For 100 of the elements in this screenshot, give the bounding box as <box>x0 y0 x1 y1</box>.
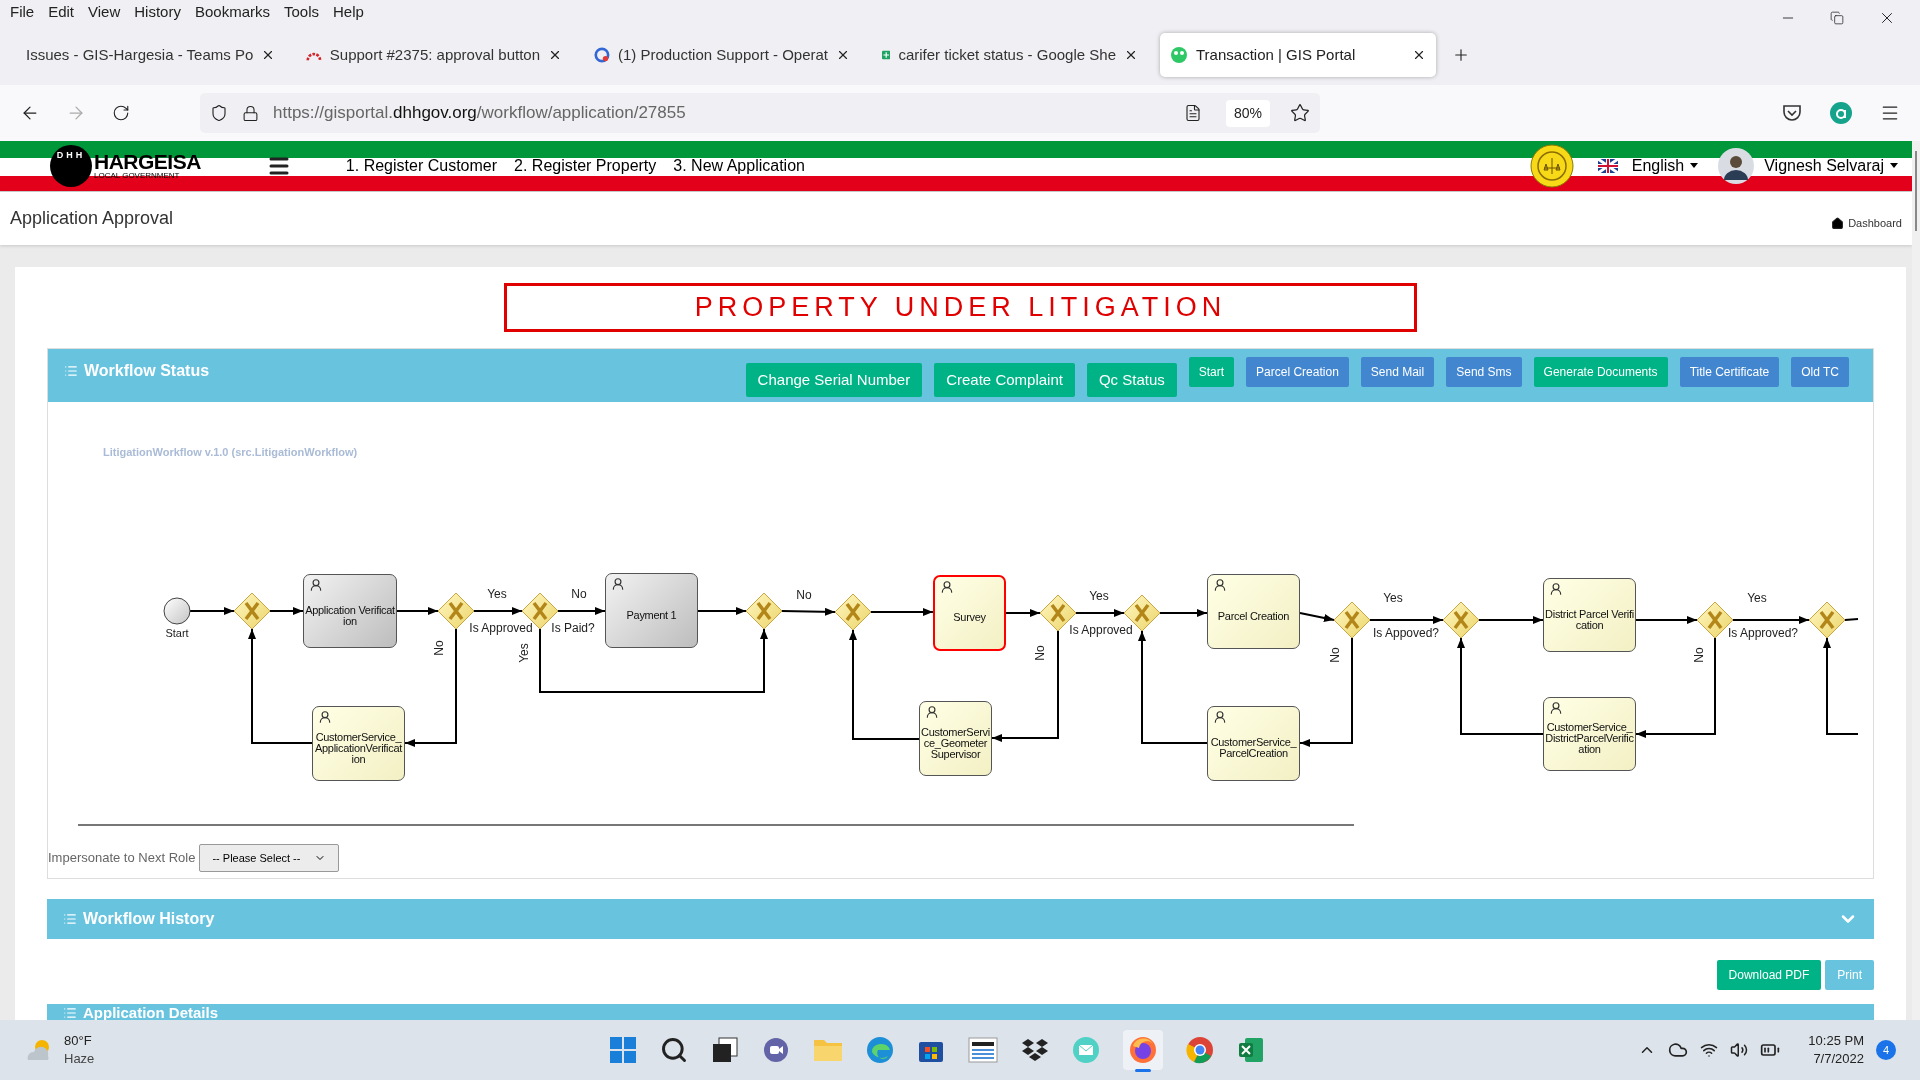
start-label: Start <box>165 626 189 641</box>
nav-link[interactable]: 2. Register Property <box>514 153 657 178</box>
clock-date[interactable]: 7/7/2022 <box>1813 1050 1864 1068</box>
tab-title: Issues - GIS-Hargesia - Teams Po <box>26 44 254 65</box>
menu-item[interactable]: Tools <box>278 1 325 24</box>
address-bar[interactable]: https://gisportal.dhhgov.org/workflow/application/27855 80% <box>200 93 1320 133</box>
cloud-icon[interactable] <box>1668 1040 1689 1060</box>
litigation-banner: PROPERTY UNDER LITIGATION <box>504 283 1417 332</box>
notification-badge[interactable]: 4 <box>1876 1040 1896 1060</box>
browser-tab[interactable]: Issues - GIS-Hargesia - Teams Po <box>8 33 284 77</box>
action-button[interactable]: Send Mail <box>1360 357 1435 387</box>
impersonate-label: Impersonate to Next Role <box>48 849 196 868</box>
browser-tab[interactable]: Support #2375: approval button <box>296 33 572 77</box>
volume-icon[interactable] <box>1730 1041 1749 1059</box>
task-node[interactable]: CustomerService_ApplicationVerification <box>312 706 405 781</box>
gateway-icon <box>834 593 872 631</box>
connector-arrow <box>473 607 523 615</box>
reader-icon[interactable] <box>1183 104 1202 122</box>
edge-label: Yes <box>517 643 531 663</box>
menu-item[interactable]: View <box>82 1 127 24</box>
close-icon[interactable] <box>836 48 850 62</box>
url-text: https://gisportal.dhhgov.org/workflow/application/27855 <box>273 102 686 125</box>
action-button[interactable]: Title Certificate <box>1679 357 1780 387</box>
role-select[interactable]: -- Please Select -- <box>199 844 340 872</box>
language-selector[interactable]: English <box>1631 153 1699 178</box>
reload-icon[interactable] <box>112 104 130 122</box>
browser-tab[interactable]: Transaction | GIS Portal <box>1160 33 1436 77</box>
search-icon[interactable] <box>660 1036 689 1064</box>
scrollbar[interactable] <box>1912 141 1920 1020</box>
dropbox-icon[interactable] <box>1021 1037 1050 1063</box>
browser-tab[interactable]: carifer ticket status - Google She <box>872 33 1148 77</box>
task-node[interactable]: CustomerService_DistrictParcelVerification <box>1543 697 1636 771</box>
extension-icon[interactable] <box>1830 102 1852 124</box>
gateway-icon <box>1333 601 1371 639</box>
close-icon[interactable] <box>1412 48 1426 62</box>
task-node[interactable]: Survey <box>933 575 1006 651</box>
browser-tab[interactable]: (1) Production Support - Operat <box>584 33 860 77</box>
task-node[interactable]: Payment 1 <box>605 573 698 648</box>
firefox-taskbar-button[interactable] <box>1123 1030 1164 1070</box>
zoom-level[interactable]: 80% <box>1225 99 1270 127</box>
task-node[interactable]: CustomerService_GeometerSupervisor <box>919 701 992 776</box>
pocket-icon[interactable] <box>1782 104 1802 122</box>
menu-item[interactable]: Edit <box>42 1 81 24</box>
restore-icon[interactable] <box>1830 10 1844 25</box>
user-icon <box>940 580 954 594</box>
task-node[interactable]: Application Verification <box>303 574 397 648</box>
wifi-icon[interactable] <box>1700 1041 1719 1059</box>
new-tab-icon[interactable] <box>1452 46 1470 64</box>
menu-item[interactable]: History <box>128 1 187 24</box>
panel-title: Workflow History <box>83 909 215 929</box>
temperature: 80°F <box>64 1032 93 1050</box>
edge-label: No <box>571 587 587 601</box>
action-button[interactable]: Parcel Creation <box>1246 357 1349 387</box>
user-icon <box>309 578 323 592</box>
user-icon <box>611 577 625 591</box>
menu-item[interactable]: File <box>4 1 41 24</box>
task-node[interactable]: CustomerService_ParcelCreation <box>1207 706 1300 781</box>
chat-icon[interactable] <box>762 1036 791 1064</box>
user-icon <box>1213 578 1227 592</box>
list-icon <box>63 912 77 926</box>
gateway-icon <box>745 592 783 630</box>
action-button[interactable]: Send Sms <box>1446 357 1522 387</box>
connector-arrow <box>1159 609 1208 617</box>
user-menu[interactable]: Vignesh Selvaraj <box>1764 153 1898 178</box>
logo-letters: DHH <box>56 148 86 162</box>
task-view-icon[interactable] <box>711 1036 740 1064</box>
task-label: CustomerService_GeometerSupervisor <box>920 726 991 760</box>
tab-title: Transaction | GIS Portal <box>1196 44 1356 65</box>
bookmark-star-icon[interactable] <box>1290 103 1310 123</box>
lock-icon <box>242 104 259 122</box>
edge-label: Is Paid? <box>551 621 595 635</box>
start-icon[interactable] <box>609 1036 638 1064</box>
edge-label: Yes <box>1089 589 1109 603</box>
avatar-icon <box>1718 147 1755 184</box>
connector-arrow <box>189 607 235 615</box>
shop-icon[interactable] <box>968 1036 999 1064</box>
task-node[interactable]: District Parcel Verification <box>1543 578 1636 652</box>
menu-item[interactable]: Bookmarks <box>188 1 276 24</box>
chrome-icon[interactable] <box>1186 1036 1215 1064</box>
list-icon <box>64 364 78 378</box>
excel-icon[interactable] <box>1237 1036 1266 1064</box>
page-title: Application Approval <box>10 206 174 230</box>
close-icon[interactable] <box>1124 48 1138 62</box>
tab-title: Support #2375: approval button <box>329 44 540 65</box>
task-label: Parcel Creation <box>1216 610 1291 622</box>
breadcrumb-link[interactable]: Dashboard <box>1848 215 1902 232</box>
action-button[interactable]: Old TC <box>1791 357 1849 387</box>
task-node[interactable]: Parcel Creation <box>1207 574 1300 649</box>
nav-link[interactable]: 3. New Application <box>673 153 805 178</box>
task-label: CustomerService_ApplicationVerification <box>314 731 404 765</box>
workflow-name: LitigationWorkflow v.1.0 (src.LitigationWorkflow) <box>103 445 358 460</box>
browser-icon[interactable] <box>866 1036 895 1064</box>
edge-label: No <box>1033 645 1047 661</box>
clock-time[interactable]: 10:25 PM <box>1808 1032 1864 1050</box>
menu-item[interactable]: Help <box>327 1 370 24</box>
user-icon <box>318 710 332 724</box>
home-icon <box>1831 216 1845 230</box>
close-icon[interactable] <box>548 48 562 62</box>
nav-link[interactable]: 1. Register Customer <box>345 153 498 178</box>
connector-arrow <box>1075 609 1125 617</box>
